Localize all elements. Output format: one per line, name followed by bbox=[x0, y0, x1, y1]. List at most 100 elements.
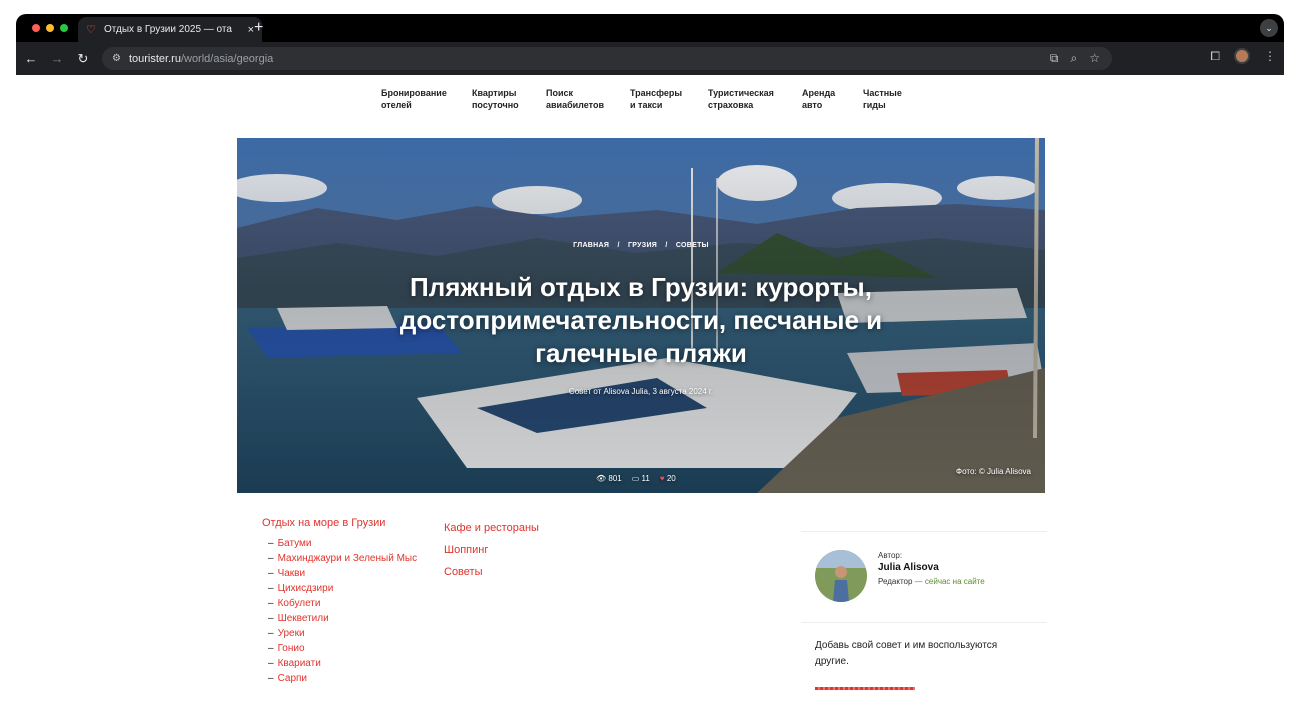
article-stats: 👁 801 ▭ 11 ♥ 20 bbox=[596, 474, 676, 483]
list-dash: – bbox=[268, 553, 274, 564]
new-tab-button[interactable]: + bbox=[254, 18, 263, 38]
list-dash: – bbox=[268, 613, 274, 624]
author-role: Редактор — сейчас на сайте bbox=[878, 577, 985, 586]
views-count: 👁 801 bbox=[596, 474, 622, 483]
breadcrumb-separator: / bbox=[665, 242, 668, 249]
extensions-icon[interactable]: ⧠ bbox=[1210, 49, 1220, 64]
tab-bar: ♡ Отдых в Грузии 2025 — ота × + ⌄ bbox=[16, 14, 1284, 42]
photo-credit: Фото: © Julia Alisova bbox=[956, 467, 1031, 476]
web-page: Бронирование отелей Квартиры посуточно П… bbox=[16, 75, 1284, 692]
article-byline: Совет от Alisova Julia, 3 августа 2024 г… bbox=[568, 387, 714, 396]
resort-item[interactable]: – Сарпи bbox=[268, 671, 417, 686]
resort-label: Кобулети bbox=[277, 598, 321, 609]
url-host: tourister.ru bbox=[128, 52, 181, 65]
comments-count[interactable]: ▭ 11 bbox=[632, 474, 650, 483]
maximize-window-button[interactable] bbox=[60, 24, 68, 32]
resort-label: Квариати bbox=[277, 658, 321, 669]
top-navigation: Бронирование отелей Квартиры посуточно П… bbox=[381, 87, 923, 111]
shopping-link[interactable]: Шоппинг bbox=[444, 539, 539, 561]
breadcrumb: ГЛАВНАЯ / ГРУЗИЯ / СОВЕТЫ bbox=[237, 242, 1045, 249]
nav-link-insurance[interactable]: Туристическая страховка bbox=[708, 87, 802, 111]
breadcrumb-separator: / bbox=[617, 242, 620, 249]
bookmark-star-icon[interactable]: ☆ bbox=[1089, 51, 1100, 66]
breadcrumb-georgia[interactable]: ГРУЗИЯ bbox=[628, 242, 657, 249]
resort-label: Махинджаури и Зеленый Мыс bbox=[277, 553, 418, 564]
resort-label: Уреки bbox=[277, 628, 305, 639]
list-dash: – bbox=[268, 583, 274, 594]
resort-item[interactable]: – Махинджаури и Зеленый Мыс bbox=[268, 551, 417, 566]
resort-item[interactable]: – Батуми bbox=[268, 536, 417, 551]
likes-value: 20 bbox=[666, 474, 676, 483]
author-name[interactable]: Julia Alisova bbox=[878, 562, 985, 573]
comments-value: 11 bbox=[641, 474, 650, 483]
url-path: /world/asia/georgia bbox=[180, 52, 274, 65]
install-app-icon[interactable]: ⧉ bbox=[1050, 51, 1059, 66]
cafes-link[interactable]: Кафе и рестораны bbox=[444, 517, 539, 539]
nav-link-apartments[interactable]: Квартиры посуточно bbox=[472, 87, 546, 111]
resort-item[interactable]: – Уреки bbox=[268, 626, 417, 641]
browser-window: ♡ Отдых в Грузии 2025 — ота × + ⌄ ← → ↻ … bbox=[16, 14, 1284, 75]
nav-link-transfers[interactable]: Трансферы и такси bbox=[630, 87, 708, 111]
profile-avatar[interactable] bbox=[1234, 48, 1250, 64]
resort-item[interactable]: – Квариати bbox=[268, 656, 417, 671]
author-label: Автор: bbox=[878, 551, 903, 560]
resort-item[interactable]: – Гонио bbox=[268, 641, 417, 656]
nav-link-flights[interactable]: Поиск авиабилетов bbox=[546, 87, 630, 111]
minimize-window-button[interactable] bbox=[46, 24, 54, 32]
nav-link-hotels[interactable]: Бронирование отелей bbox=[381, 87, 472, 111]
eye-icon: 👁 bbox=[596, 474, 609, 483]
list-dash: – bbox=[268, 568, 274, 579]
sea-resorts-section: Отдых на море в Грузии – Батуми – Махинджа… bbox=[262, 517, 417, 686]
resort-label: Батуми bbox=[277, 538, 312, 549]
nav-link-car-rental[interactable]: Аренда авто bbox=[802, 87, 863, 111]
online-status: — сейчас на сайте bbox=[914, 577, 985, 586]
author-card: Автор: Julia Alisova Редактор — сейчас н… bbox=[801, 531, 1047, 623]
wavy-divider bbox=[815, 687, 915, 690]
site-favicon-icon: ♡ bbox=[86, 23, 96, 36]
address-bar[interactable]: ⚙ tourister.ru/world/asia/georgia ⧉ ⌕ ☆ bbox=[102, 47, 1112, 70]
forward-arrow-icon[interactable]: → bbox=[44, 51, 70, 66]
resort-label: Сарпи bbox=[277, 673, 308, 684]
resort-item[interactable]: – Шекветили bbox=[268, 611, 417, 626]
resort-label: Чакви bbox=[277, 568, 306, 579]
resort-item[interactable]: – Цихисдзири bbox=[268, 581, 417, 596]
reload-icon[interactable]: ↻ bbox=[70, 51, 96, 67]
avatar[interactable] bbox=[815, 550, 867, 602]
views-value: 801 bbox=[608, 474, 622, 483]
author-meta: Автор: Julia Alisova Редактор — сейчас н… bbox=[878, 551, 985, 586]
sea-resorts-link[interactable]: Отдых на море в Грузии bbox=[262, 517, 417, 529]
resort-label: Гонио bbox=[277, 643, 305, 654]
active-tab[interactable]: ♡ Отдых в Грузии 2025 — ота × bbox=[78, 17, 262, 42]
add-tip-prompt: Добавь свой совет и им воспользуются дру… bbox=[815, 640, 998, 667]
breadcrumb-tips[interactable]: СОВЕТЫ bbox=[676, 242, 709, 249]
browser-toolbar: ← → ↻ ⚙ tourister.ru/world/asia/georgia … bbox=[16, 42, 1284, 75]
zoom-icon[interactable]: ⌕ bbox=[1071, 51, 1078, 66]
list-dash: – bbox=[268, 628, 274, 639]
resort-item[interactable]: – Кобулети bbox=[268, 596, 417, 611]
list-dash: – bbox=[268, 643, 274, 654]
nav-link-guides[interactable]: Частные гиды bbox=[863, 87, 923, 111]
likes-count[interactable]: ♥ 20 bbox=[660, 474, 676, 483]
resort-label: Шекветили bbox=[277, 613, 329, 624]
resort-item[interactable]: – Чакви bbox=[268, 566, 417, 581]
list-dash: – bbox=[268, 598, 274, 609]
list-dash: – bbox=[268, 658, 274, 669]
tab-search-chevron-icon[interactable]: ⌄ bbox=[1260, 19, 1278, 37]
site-settings-icon[interactable]: ⚙ bbox=[112, 53, 121, 64]
close-window-button[interactable] bbox=[32, 24, 40, 32]
other-links: Кафе и рестораны Шоппинг Советы bbox=[444, 517, 539, 583]
breadcrumb-home[interactable]: ГЛАВНАЯ bbox=[573, 242, 609, 249]
page-title: Пляжный отдых в Грузии: курорты, достопр… bbox=[399, 272, 883, 368]
resort-list: – Батуми – Махинджаури и Зеленый Мыс – Чакв… bbox=[262, 536, 417, 686]
hero-banner: ГЛАВНАЯ / ГРУЗИЯ / СОВЕТЫ Пляжный отдых … bbox=[237, 138, 1045, 493]
list-dash: – bbox=[268, 538, 274, 549]
tips-link[interactable]: Советы bbox=[444, 561, 539, 583]
resort-label: Цихисдзири bbox=[277, 583, 334, 594]
browser-menu-icon[interactable]: ⋮ bbox=[1264, 49, 1276, 63]
tab-title: Отдых в Грузии 2025 — ота bbox=[104, 24, 232, 35]
heart-icon[interactable]: ♥ bbox=[660, 474, 667, 483]
list-dash: – bbox=[268, 673, 274, 684]
comment-icon: ▭ bbox=[631, 474, 642, 483]
author-role-text: Редактор bbox=[878, 577, 913, 586]
back-arrow-icon[interactable]: ← bbox=[18, 51, 44, 66]
